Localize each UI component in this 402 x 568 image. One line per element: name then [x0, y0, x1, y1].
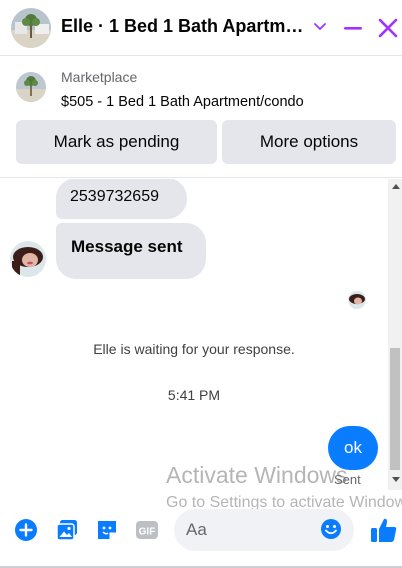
close-icon[interactable]	[376, 16, 400, 40]
message-composer: GIF	[0, 506, 402, 552]
scroll-down-arrow-icon[interactable]	[392, 477, 400, 482]
like-icon[interactable]	[370, 516, 398, 544]
sticker-icon[interactable]	[95, 518, 119, 542]
chat-title[interactable]: Elle · 1 Bed 1 Bath Apartme...	[61, 16, 306, 37]
emoji-icon[interactable]	[320, 518, 342, 540]
activation-watermark-title: Activate Windows	[166, 462, 348, 488]
message-timestamp: 5:41 PM	[167, 387, 221, 403]
message-list[interactable]: 2539732659 Message sent Elle is waiting …	[0, 179, 388, 490]
gif-icon[interactable]: GIF	[135, 518, 159, 542]
scrollbar-thumb[interactable]	[390, 348, 400, 470]
mark-as-pending-button[interactable]: Mark as pending	[16, 120, 217, 164]
incoming-message[interactable]: Message sent	[56, 223, 206, 279]
minimize-icon[interactable]	[342, 17, 364, 39]
read-receipt-avatar	[348, 291, 366, 309]
gallery-icon[interactable]	[55, 518, 79, 542]
chat-window: Elle · 1 Bed 1 Bath Apartme... Marketpla…	[0, 0, 402, 568]
waiting-status: Elle is waiting for your response.	[93, 341, 295, 357]
incoming-message[interactable]: 2539732659	[56, 179, 187, 219]
more-options-button[interactable]: More options	[222, 120, 396, 164]
chevron-down-icon[interactable]	[311, 18, 329, 36]
listing-thumbnail[interactable]	[16, 72, 46, 102]
listing-title[interactable]: $505 - 1 Bed 1 Bath Apartment/condo	[61, 94, 304, 110]
svg-text:GIF: GIF	[139, 527, 156, 538]
sender-avatar[interactable]	[10, 241, 46, 277]
chat-avatar[interactable]	[11, 8, 51, 48]
chat-header: Elle · 1 Bed 1 Bath Apartme...	[0, 0, 402, 56]
marketplace-label: Marketplace	[61, 69, 138, 85]
plus-icon[interactable]	[14, 518, 38, 542]
scroll-up-arrow-icon[interactable]	[392, 184, 400, 189]
marketplace-card: Marketplace $505 - 1 Bed 1 Bath Apartmen…	[0, 57, 402, 178]
